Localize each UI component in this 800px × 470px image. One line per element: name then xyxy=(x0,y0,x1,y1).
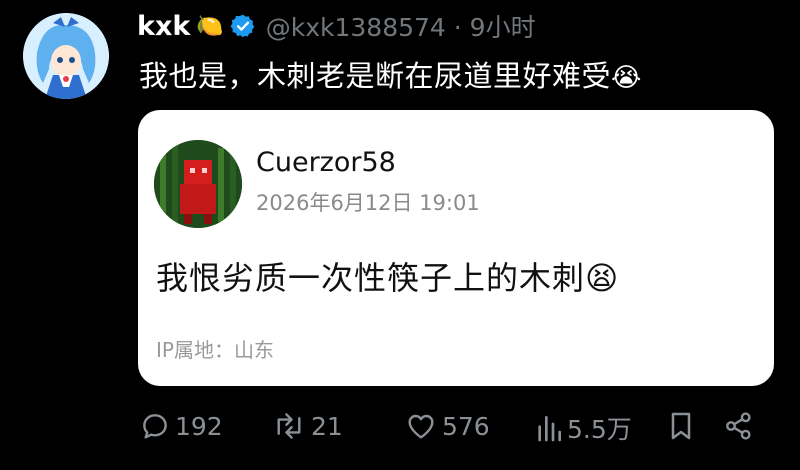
author-avatar[interactable] xyxy=(23,13,109,99)
reply-button[interactable]: 192 xyxy=(139,410,223,442)
post-header: kxk 🍋 @kxk1388574 · 9小时 xyxy=(137,6,536,46)
repost-button[interactable]: 21 xyxy=(271,410,343,442)
verified-badge-icon xyxy=(230,13,256,39)
quoted-post-text-body: 我恨劣质一次性筷子上的木刺 xyxy=(156,259,586,297)
repost-count: 21 xyxy=(311,411,343,441)
like-button[interactable]: 576 xyxy=(404,410,490,442)
heart-icon xyxy=(408,414,434,439)
bookmark-icon xyxy=(671,412,691,440)
share-icon xyxy=(726,412,751,440)
like-count: 576 xyxy=(442,411,490,441)
reply-icon xyxy=(143,414,167,439)
views-count: 5.5万 xyxy=(567,415,632,444)
handle-and-time[interactable]: @kxk1388574 · 9小时 xyxy=(266,8,536,44)
quoted-author-name[interactable]: Cuerzor58 xyxy=(256,147,396,178)
repost-icon xyxy=(277,413,301,439)
views-icon xyxy=(538,416,561,442)
crying-emoji: 😭 xyxy=(611,63,642,93)
avatar-illustration xyxy=(23,13,109,99)
quoted-post-date: 2026年6月12日 19:01 xyxy=(256,191,480,215)
views-button[interactable]: 5.5万 xyxy=(535,410,632,446)
quoted-author-avatar[interactable] xyxy=(154,140,242,228)
quoted-post-card[interactable]: Cuerzor58 2026年6月12日 19:01 我恨劣质一次性筷子上的木刺… xyxy=(138,110,774,386)
display-name[interactable]: kxk xyxy=(137,11,190,42)
post-text-body: 我也是，木刺老是断在尿道里好难受 xyxy=(139,59,612,93)
reply-count: 192 xyxy=(175,411,223,441)
lemon-emoji: 🍋 xyxy=(196,13,224,39)
pixel-avatar-illustration xyxy=(154,140,242,228)
ip-location: IP属地：山东 xyxy=(156,338,274,362)
tired-face-emoji: 😫 xyxy=(585,259,620,297)
quoted-post-text: 我恨劣质一次性筷子上的木刺😫 xyxy=(156,253,619,299)
action-bar: 192 21 576 5.5万 xyxy=(0,408,800,448)
bookmark-button[interactable] xyxy=(667,410,695,442)
share-button[interactable] xyxy=(722,410,756,442)
post-text: 我也是，木刺老是断在尿道里好难受😭 xyxy=(139,53,642,95)
